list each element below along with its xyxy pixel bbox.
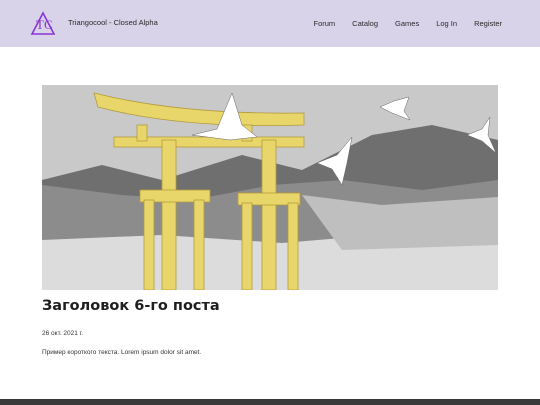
main-nav: Forum Catalog Games Log In Register <box>313 19 502 28</box>
post-date: 26 окт. 2021 г. <box>42 330 84 337</box>
post-hero-image[interactable] <box>42 85 498 290</box>
nav-forum[interactable]: Forum <box>313 19 335 28</box>
nav-catalog[interactable]: Catalog <box>352 19 378 28</box>
logo-icon[interactable]: TC <box>30 11 56 37</box>
nav-games[interactable]: Games <box>395 19 419 28</box>
nav-register[interactable]: Register <box>474 19 502 28</box>
svg-text:TC: TC <box>36 17 53 32</box>
footer-bar <box>0 399 540 405</box>
nav-login[interactable]: Log In <box>436 19 457 28</box>
site-title[interactable]: Triangocool - Closed Alpha <box>68 18 158 27</box>
post-excerpt: Пример короткого текста. Lorem ipsum dol… <box>42 349 202 356</box>
site-header: TC Triangocool - Closed Alpha Forum Cata… <box>0 0 540 47</box>
post-title[interactable]: Заголовок 6-го поста <box>42 298 220 314</box>
